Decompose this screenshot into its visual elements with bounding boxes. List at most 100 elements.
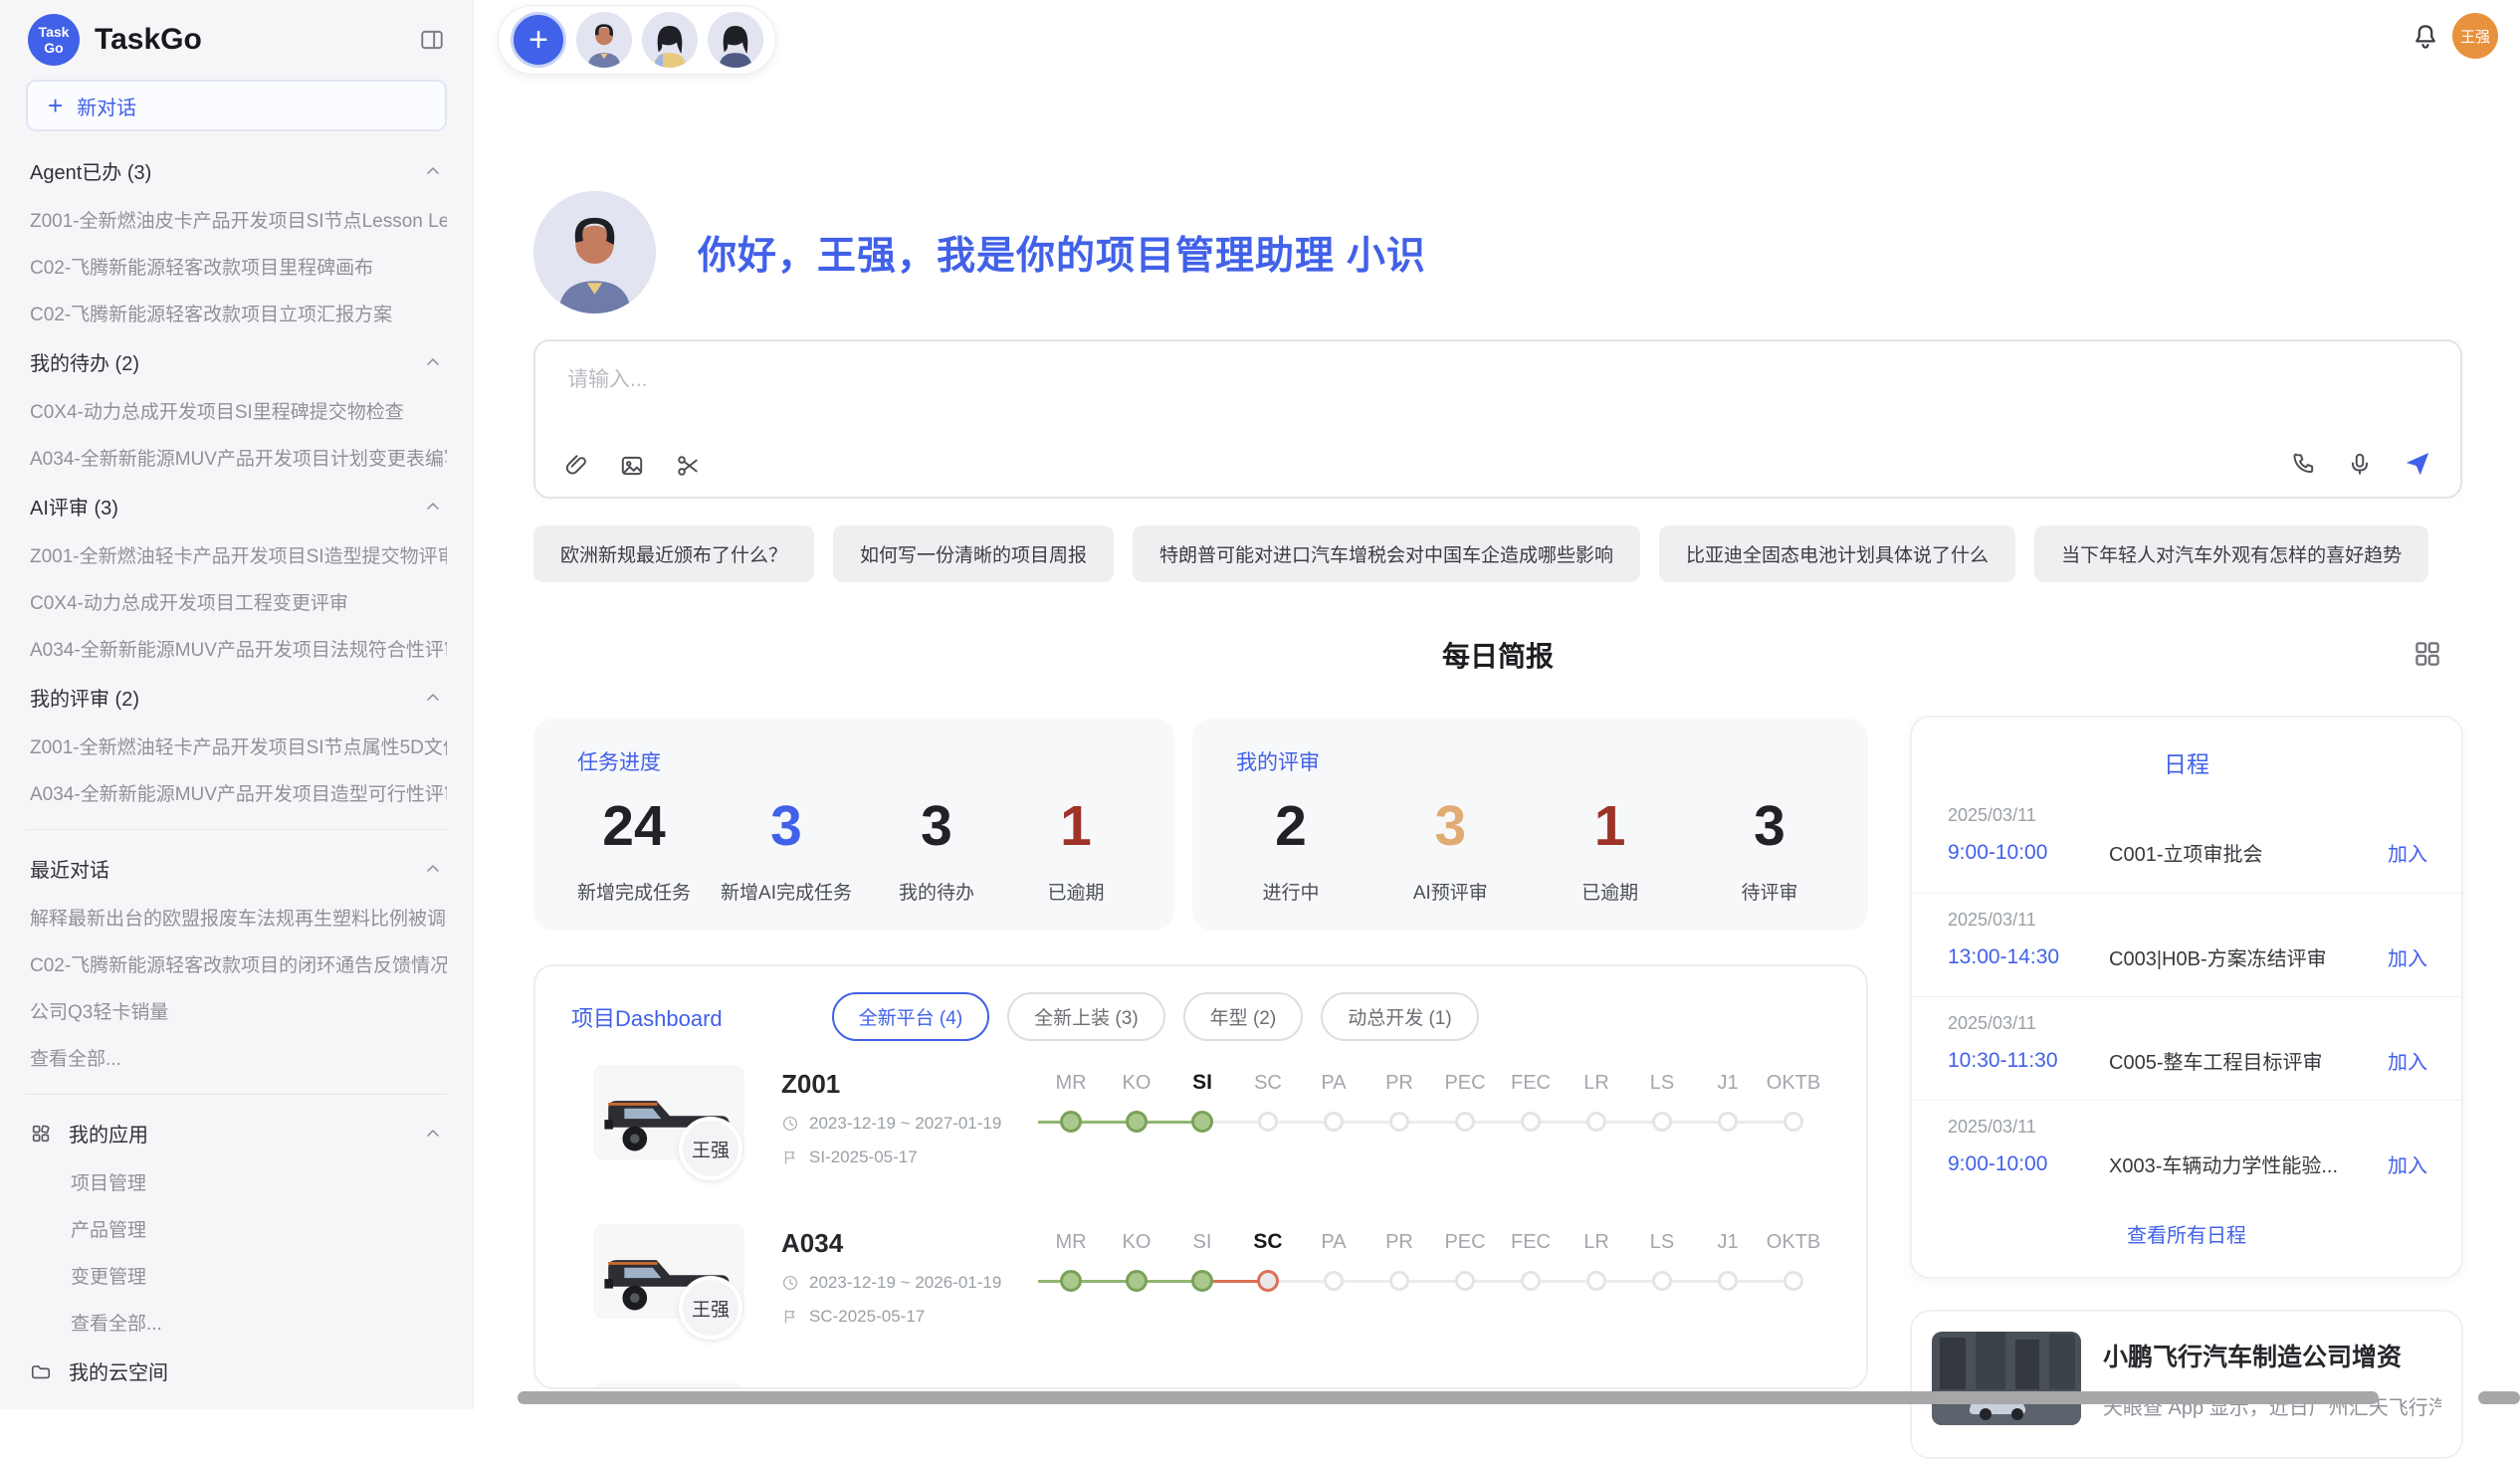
dashboard-tab[interactable]: 全新上装 (3) (1007, 992, 1165, 1041)
dashboard-tab[interactable]: 动总开发 (1) (1321, 992, 1479, 1041)
milestone: PR (1366, 1065, 1432, 1145)
milestone-label: SI (1169, 1224, 1235, 1260)
recent-chats-view-all[interactable]: 查看全部... (26, 1034, 447, 1081)
clock-icon (781, 1274, 799, 1292)
suggestion-chip[interactable]: 如何写一份清晰的项目周报 (833, 525, 1114, 582)
recent-chats-header[interactable]: 最近对话 (26, 843, 447, 894)
stat: 3我的待办 (882, 794, 991, 905)
sidebar-item[interactable]: C02-飞腾新能源轻客改款项目立项汇报方案 (26, 290, 447, 336)
milestone-label: LR (1564, 1224, 1629, 1260)
project-row: 王强A0342023-12-19 ~ 2026-01-19SC-2025-05-… (557, 1224, 1826, 1373)
suggestion-chip[interactable]: 比亚迪全固态电池计划具体说了什么 (1659, 525, 2015, 582)
milestone: KO (1104, 1224, 1169, 1304)
project-dates: 2023-12-19 ~ 2026-01-19 (781, 1273, 1032, 1293)
new-chat-button[interactable]: + 新对话 (26, 80, 447, 131)
sidebar-item[interactable]: Z001-全新燃油皮卡产品开发项目SI节点Lesson Learn报告 (26, 196, 447, 243)
agent-avatar[interactable] (708, 12, 763, 68)
sidebar-section-header[interactable]: AI评审 (3) (26, 481, 447, 531)
app-item[interactable]: 变更管理 (26, 1252, 447, 1299)
recent-chat-item[interactable]: 解释最新出台的欧盟报废车法规再生塑料比例被调至15%... (26, 894, 447, 940)
sidebar-item[interactable]: C0X4-动力总成开发项目工程变更评审 (26, 578, 447, 625)
logo-line1: Task (39, 24, 70, 40)
sidebar-item[interactable]: C0X4-动力总成开发项目SI里程碑提交物检查 (26, 387, 447, 434)
dashboard-tab[interactable]: 年型 (2) (1183, 992, 1304, 1041)
view-all-schedule-link[interactable]: 查看所有日程 (1912, 1219, 2461, 1248)
add-agent-button[interactable]: + (511, 12, 566, 68)
sidebar-item[interactable]: C02-飞腾新能源轻客改款项目里程碑画布 (26, 243, 447, 290)
horizontal-scrollbar[interactable] (518, 1391, 2379, 1404)
schedule-card: 日程 2025/03/119:00-10:00C001-立项审批会加入2025/… (1910, 716, 2463, 1279)
my-apps-header[interactable]: 我的应用 (26, 1108, 447, 1158)
flag-icon (781, 1308, 799, 1326)
join-link[interactable]: 加入 (2388, 1046, 2427, 1075)
milestone-label: PA (1301, 1065, 1366, 1101)
recent-chat-item[interactable]: C02-飞腾新能源轻客改款项目的闭环通告反馈情况 (26, 940, 447, 987)
agent-avatar[interactable] (576, 12, 632, 68)
sidebar-collapse-icon[interactable] (419, 27, 445, 53)
grid-layout-icon[interactable] (2413, 639, 2442, 669)
sidebar-item[interactable]: Z001-全新燃油轻卡产品开发项目SI节点属性5D文件评审 (26, 723, 447, 769)
horizontal-scrollbar-end[interactable] (2478, 1391, 2520, 1404)
milestone-dot (1389, 1112, 1409, 1132)
milestone-dot (1389, 1271, 1409, 1291)
milestone-track: MRKOSISCPAPRPECFECLRLSJ1OKTB (1038, 1065, 1826, 1145)
milestone: FEC (1498, 1224, 1564, 1304)
sidebar-item[interactable]: Z001-全新燃油轻卡产品开发项目SI造型提交物评审 (26, 531, 447, 578)
suggestion-chip[interactable]: 欧洲新规最近颁布了什么？ (533, 525, 814, 582)
sidebar-header: Task Go TaskGo (26, 0, 447, 72)
schedule-item: 2025/03/1110:30-11:30C005-整车工程目标评审加入 (1912, 996, 2461, 1100)
sidebar-item[interactable]: A034-全新新能源MUV产品开发项目计划变更表编写 (26, 434, 447, 481)
app-item[interactable]: 项目管理 (26, 1158, 447, 1205)
news-card[interactable]: 小鹏飞行汽车制造公司增资 天眼查 App 显示，近日广州汇天飞行汽... (1910, 1310, 2463, 1459)
schedule-line: 9:00-10:00C001-立项审批会加入 (1948, 838, 2461, 867)
suggestion-chip[interactable]: 特朗普可能对进口汽车增税会对中国车企造成哪些影响 (1133, 525, 1640, 582)
sidebar-item-favorites[interactable]: 我的收藏 (26, 1396, 447, 1409)
paper-plane-icon[interactable] (2403, 449, 2432, 479)
milestone-label: LS (1629, 1224, 1695, 1260)
join-link[interactable]: 加入 (2388, 942, 2427, 971)
stat: 2进行中 (1236, 794, 1346, 905)
schedule-line: 13:00-14:30C003|H0B-方案冻结评审加入 (1948, 942, 2461, 971)
sidebar-section-header[interactable]: 我的待办 (2) (26, 336, 447, 387)
dashboard-tab[interactable]: 全新平台 (4) (832, 992, 990, 1041)
user-avatar[interactable]: 王强 (2452, 13, 2498, 59)
sidebar-item[interactable]: A034-全新新能源MUV产品开发项目法规符合性评审 (26, 625, 447, 672)
sidebar-item-cloud-space[interactable]: 我的云空间 (26, 1346, 447, 1396)
my-apps-view-all[interactable]: 查看全部... (26, 1299, 447, 1346)
join-link[interactable]: 加入 (2388, 838, 2427, 867)
project-dashboard-card: 项目Dashboard 全新平台 (4)全新上装 (3)年型 (2)动总开发 (… (533, 964, 1868, 1389)
schedule-line: 10:30-11:30C005-整车工程目标评审加入 (1948, 1046, 2461, 1075)
milestone: KO (1104, 1065, 1169, 1145)
project-info: A0342023-12-19 ~ 2026-01-19SC-2025-05-17 (781, 1224, 1032, 1327)
picture-icon[interactable] (619, 453, 645, 479)
stat: 3AI预评审 (1395, 794, 1505, 905)
project-dates: 2023-12-19 ~ 2027-01-19 (781, 1114, 1032, 1134)
sidebar-section-header[interactable]: 我的评审 (2) (26, 672, 447, 723)
stat-grid: 2进行中3AI预评审1已逾期3待评审 (1236, 794, 1824, 905)
app-item[interactable]: 产品管理 (26, 1205, 447, 1252)
milestone-label: SC (1235, 1224, 1301, 1260)
suggestion-chip[interactable]: 当下年轻人对汽车外观有怎样的喜好趋势 (2034, 525, 2428, 582)
scissors-icon[interactable] (675, 453, 701, 479)
milestone-label: PR (1366, 1224, 1432, 1260)
milestone-dot-row (1169, 1260, 1235, 1304)
agent-avatar[interactable] (642, 12, 698, 68)
sidebar-item[interactable]: A034-全新新能源MUV产品开发项目造型可行性评审 (26, 769, 447, 816)
greeting-text: 你好，王强，我是你的项目管理助理 小识 (698, 225, 1426, 281)
recent-chat-item[interactable]: 公司Q3轻卡销量 (26, 987, 447, 1034)
schedule-item: 2025/03/119:00-10:00X003-车辆动力学性能验...加入 (1912, 1100, 2461, 1203)
phone-icon[interactable] (2291, 451, 2317, 477)
mic-icon[interactable] (2347, 451, 2373, 477)
sidebar-section-header[interactable]: Agent已办 (3) (26, 145, 447, 196)
schedule-title-text: C003|H0B-方案冻结评审 (2109, 942, 2388, 971)
milestone-dot-row (1301, 1101, 1366, 1145)
paperclip-icon[interactable] (563, 453, 589, 479)
section-title: Agent已办 (3) (30, 156, 151, 185)
join-link[interactable]: 加入 (2388, 1149, 2427, 1178)
stat-grid: 24新增完成任务3新增AI完成任务3我的待办1已逾期 (577, 794, 1131, 905)
bell-icon[interactable] (2411, 22, 2440, 52)
sidebar-section: 我的待办 (2)C0X4-动力总成开发项目SI里程碑提交物检查A034-全新新能… (26, 336, 447, 481)
project-row: 王强Z0012023-12-19 ~ 2027-01-19SI-2025-05-… (557, 1065, 1826, 1214)
stat-label: AI预评审 (1395, 878, 1505, 905)
chat-input[interactable] (565, 361, 2420, 431)
